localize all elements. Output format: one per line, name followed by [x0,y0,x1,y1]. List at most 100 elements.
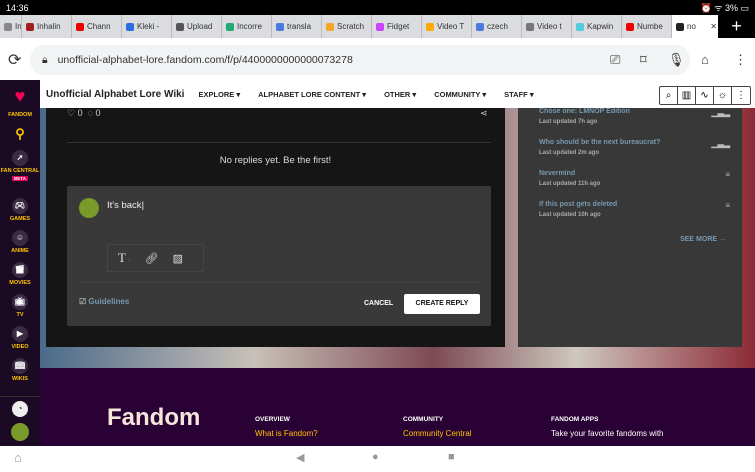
search-icon[interactable]: ⌕ [660,87,678,104]
search-icon[interactable]: ⚲ [0,126,40,142]
text-post-icon: ≡ [725,170,730,179]
related-post[interactable]: Nevermind Last updated 11h ago ≡ [539,170,730,187]
nav-community[interactable]: COMMUNITY ▾ [434,90,486,99]
bookmark-icon[interactable]: ⌑ [640,52,647,68]
footer-column: COMMUNITY Community Central [403,416,472,438]
menu-icon[interactable]: ⋮ [734,52,747,68]
favicon-icon [576,22,584,31]
create-reply-button[interactable]: CREATE REPLY [404,294,480,314]
status-bar: 14:36 ⏰ ᯤ 3% ▭ [0,0,755,15]
notifications-icon[interactable]: ◔ [12,401,28,417]
browser-tab[interactable]: Chann [72,15,122,38]
activity-icon[interactable]: ∿ [696,87,714,104]
image-icon[interactable]: ▨ [173,252,183,265]
no-replies-text: No replies yet. Be the first! [219,155,332,166]
reload-icon[interactable]: ⟳ [8,50,21,70]
poll-icon: ▁▃▂ [711,139,730,148]
home-app-icon[interactable]: ⌂ [14,450,22,465]
favicon-icon [126,22,134,31]
related-post[interactable]: Chose one: LMNOP Edition Last updated 7h … [539,108,730,125]
sidebar-item-games[interactable]: 🎮︎ GAMES [0,198,40,222]
tv-icon: 📺︎ [12,294,28,310]
browser-tab[interactable]: Inhalin [22,15,72,38]
sidebar-item-wikis[interactable]: 📖︎ WIKIS [0,358,40,382]
footer-link[interactable]: What is Fandom? [255,429,318,438]
battery: ⏰ ᯤ 3% ▭ [700,3,749,13]
browser-tab[interactable]: czech [472,15,522,38]
user-avatar[interactable] [11,423,29,441]
user-avatar [79,198,99,218]
back-button[interactable]: ◀ [296,451,304,464]
browser-tab[interactable]: no ✕ [672,15,722,38]
android-nav-bar: ⌂ ◀ ● ■ [0,446,755,472]
footer-link: Take your favorite fandoms with [551,429,664,438]
text-format-icon[interactable]: T › [118,250,131,266]
beta-badge: BETA [12,176,28,181]
browser-tab[interactable]: Numbe [622,15,672,38]
browser-tab[interactable]: Incorre [222,15,272,38]
sidebar-item-movies[interactable]: 🎬︎ MOVIES [0,262,40,286]
wiki-title[interactable]: Unofficial Alphabet Lore Wiki [46,89,184,100]
nav-alphabet-lore-content[interactable]: ALPHABET LORE CONTENT ▾ [258,90,366,99]
favicon-icon [326,22,334,31]
browser-tab[interactable]: Inc [0,15,22,38]
nav-other[interactable]: OTHER ▾ [384,90,416,99]
favicon-icon [476,22,484,31]
reply-input[interactable]: It's back| [107,200,144,211]
browser-tab[interactable]: transla [272,15,322,38]
mic-icon[interactable]: 🎙︎ [668,52,685,68]
link-icon[interactable]: 🔗︎ [145,252,159,265]
favicon-icon [26,22,34,31]
see-more-link[interactable]: SEE MORE → [680,236,726,243]
favicon-icon [626,22,634,31]
related-posts-panel: Chose one: LMNOP Edition Last updated 7h … [518,108,742,347]
new-tab-button[interactable]: + [718,15,755,38]
clock: 14:36 [6,2,29,13]
related-post[interactable]: If this post gets deleted Last updated 10… [539,201,730,218]
nav-staff[interactable]: STAFF ▾ [504,90,533,99]
browser-tab[interactable]: Scratch [322,15,372,38]
related-post[interactable]: Who should be the next bureaucrat? Last u… [539,139,730,156]
sidebar-item-anime[interactable]: ☺ ANIME [0,230,40,254]
sidebar-item-video[interactable]: ▶ VIDEO [0,326,40,350]
browser-tab[interactable]: Kleki - [122,15,172,38]
rocket-icon: ➚ [12,150,28,166]
footer-link[interactable]: Community Central [403,429,471,438]
browser-tab[interactable]: Video T [422,15,472,38]
url-text: unofficial-alphabet-lore.fandom.com/f/p/… [57,54,353,66]
share-icon[interactable]: ⋖ [480,108,488,119]
favicon-icon [676,22,684,31]
sidebar-item-tv[interactable]: 📺︎ TV [0,294,40,318]
home-icon[interactable]: ⌂ [701,52,709,67]
browser-tab[interactable]: Fidget [372,15,422,38]
format-toolbar: T › 🔗︎ ▨ [107,244,204,272]
favicon-icon [526,22,534,31]
theme-icon[interactable]: ☼ [714,87,732,104]
heart-icon[interactable]: ♡ [67,108,75,118]
close-tab-icon[interactable]: ✕ [710,22,717,31]
guidelines-link[interactable]: ☑ Guidelines [79,297,129,306]
browser-tab[interactable]: Video t [522,15,572,38]
more-icon[interactable]: ⋮ [732,87,750,104]
fan-central-link[interactable]: ➚ FAN CENTRAL BETA [0,150,40,183]
footer-column: OVERVIEW What is Fandom? [255,416,318,438]
cast-icon[interactable]: ⎚ [610,52,620,68]
home-button[interactable]: ● [372,451,379,463]
wiki-tools: ⌕ ▥ ∿ ☼ ⋮ [659,86,751,105]
fandom-label: FANDOM [8,112,32,118]
fandom-logo[interactable]: Fandom [107,404,200,432]
post-panel: ♡ 0 ◌ 0 ⋖ No replies yet. Be the first! … [46,108,505,347]
recents-button[interactable]: ■ [448,451,455,463]
address-bar[interactable]: 🔒︎ unofficial-alphabet-lore.fandom.com/f… [30,45,690,75]
book-icon[interactable]: ▥ [678,87,696,104]
video-icon: ▶ [12,326,28,342]
nav-explore[interactable]: EXPLORE ▾ [198,90,240,99]
browser-tab[interactable]: Kapwin [572,15,622,38]
browser-tab[interactable]: Upload [172,15,222,38]
cancel-button[interactable]: CANCEL [364,300,393,307]
footer-column: FANDOM APPS Take your favorite fandoms wi… [551,416,664,438]
lock-icon: 🔒︎ [42,53,48,66]
fandom-flame-icon[interactable]: ♥ [0,86,40,107]
wiki-header: Unofficial Alphabet Lore Wiki EXPLORE ▾ … [40,80,755,108]
comment-icon[interactable]: ◌ [88,108,93,118]
